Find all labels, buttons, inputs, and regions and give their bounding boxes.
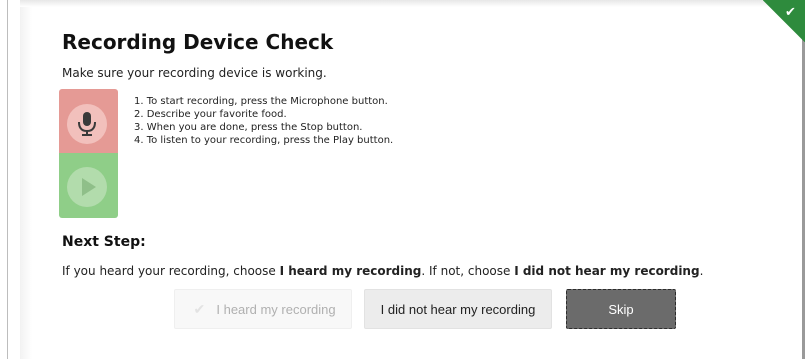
explain-text: . If not, choose [421,264,515,278]
play-icon [82,178,96,196]
next-step-instructions: If you heard your recording, choose I he… [62,264,703,278]
heard-recording-button[interactable]: ✔ I heard my recording [174,289,352,329]
recorder-widget [59,89,118,218]
explain-text: . [699,264,704,278]
explain-text: If you heard your recording, choose [62,264,280,278]
page-subtitle: Make sure your recording device is worki… [62,66,327,80]
check-icon: ✔ [785,5,796,20]
panel-top-shadow [20,0,802,7]
page-title: Recording Device Check [62,30,334,54]
check-icon: ✔ [193,301,206,317]
frame-left-border [7,0,8,359]
heard-recording-label: I heard my recording [216,301,336,317]
not-heard-recording-button[interactable]: I did not hear my recording [364,289,552,329]
not-heard-recording-label: I did not hear my recording [380,301,536,317]
panel-edge-shadow [20,0,32,359]
record-panel [59,89,118,153]
explain-bold-heard: I heard my recording [279,264,422,278]
skip-label: Skip [608,301,634,317]
skip-button[interactable]: Skip [566,289,676,329]
instruction-item: 4. To listen to your recording, press th… [134,135,394,146]
completed-badge: ✔ [763,0,805,42]
explain-bold-not-heard: I did not hear my recording [514,264,700,278]
next-step-heading: Next Step: [62,234,146,250]
microphone-button[interactable] [67,104,107,144]
instruction-item: 2. Describe your favorite food. [134,109,287,120]
instruction-item: 1. To start recording, press the Microph… [134,96,388,107]
play-panel [59,153,118,218]
instruction-item: 3. When you are done, press the Stop but… [134,122,363,133]
play-button[interactable] [67,167,107,207]
microphone-icon [78,112,96,136]
instruction-list: 1. To start recording, press the Microph… [134,95,393,147]
